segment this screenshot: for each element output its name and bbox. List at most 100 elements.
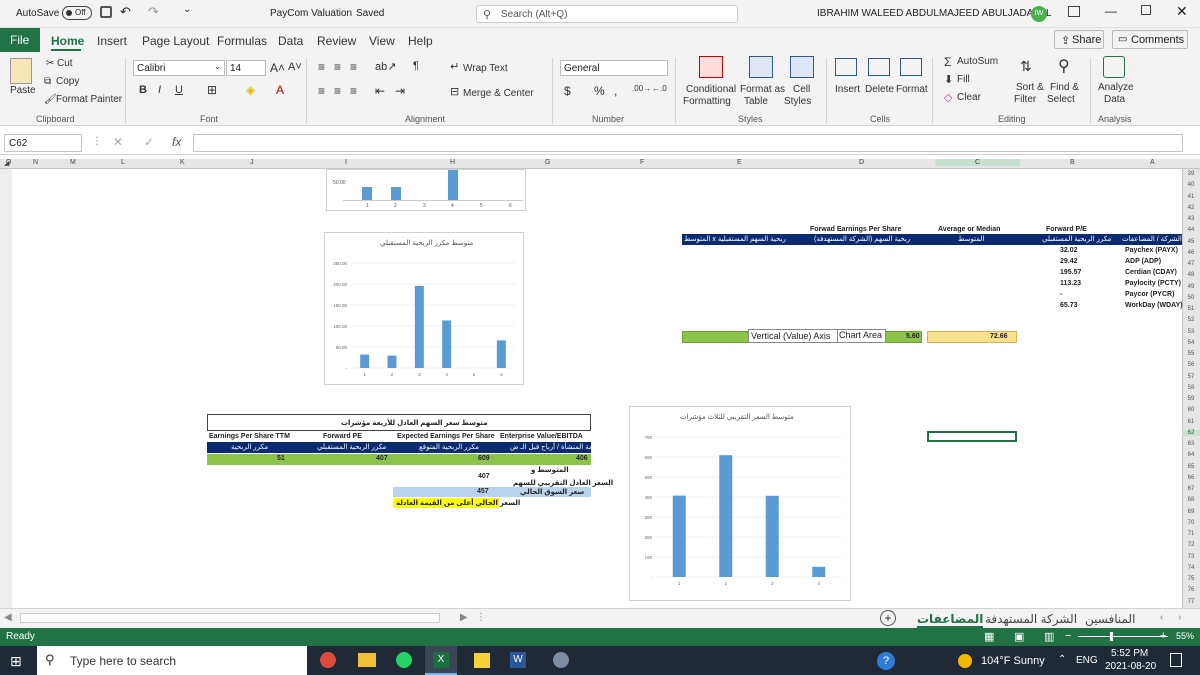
row-header[interactable]: 60	[1182, 407, 1200, 413]
cell-styles-button[interactable]: Cell	[793, 84, 810, 95]
fill-button[interactable]: Fill	[957, 74, 970, 85]
bar[interactable]	[360, 354, 370, 368]
italic-icon[interactable]: I	[158, 84, 161, 96]
search-box[interactable]: ⚲ Search (Alt+Q)	[476, 5, 738, 23]
format-painter-button[interactable]: Format Painter	[56, 94, 122, 105]
column-header[interactable]: E	[737, 159, 742, 166]
row-header[interactable]: 39	[1182, 171, 1200, 177]
help-icon[interactable]: ?	[877, 652, 895, 670]
add-sheet-icon[interactable]: +	[880, 610, 896, 626]
row-header[interactable]: 76	[1182, 587, 1200, 593]
tab-view[interactable]: View	[369, 34, 395, 48]
scroll-right-icon[interactable]: ▶	[460, 612, 468, 623]
sheet-tab-multiples[interactable]: المضاعفات	[917, 612, 984, 628]
percent-icon[interactable]: %	[594, 84, 605, 98]
decrease-decimal-icon[interactable]: ←.0	[652, 84, 667, 93]
row-header[interactable]: 47	[1182, 261, 1200, 267]
orientation-icon[interactable]: ab↗	[375, 60, 396, 73]
tab-formulas[interactable]: Formulas	[217, 34, 267, 48]
row-header[interactable]: 71	[1182, 531, 1200, 537]
worksheet-grid[interactable]: 39 40 41 42 43 44 45 46 47 48 49 50 51 52 53 54 55 56 57 58…	[0, 169, 1200, 608]
name-box[interactable]: C62	[4, 134, 82, 152]
row-header[interactable]: 72	[1182, 542, 1200, 548]
language-indicator[interactable]: ENG	[1076, 655, 1098, 666]
tab-data[interactable]: Data	[278, 34, 303, 48]
column-header[interactable]: O	[6, 159, 11, 166]
row-header[interactable]: 53	[1182, 329, 1200, 335]
column-header[interactable]: K	[180, 159, 185, 166]
font-color-icon[interactable]: A	[276, 83, 284, 97]
borders-icon[interactable]: ⊞	[207, 83, 217, 97]
align-top-icon[interactable]: ≡	[318, 60, 325, 74]
normal-view-icon[interactable]: ▦	[984, 630, 994, 643]
row-header[interactable]: 66	[1182, 475, 1200, 481]
column-header[interactable]: M	[70, 159, 76, 166]
row-header[interactable]: 52	[1182, 317, 1200, 323]
weather-text[interactable]: 104°F Sunny	[981, 655, 1045, 667]
clear-button[interactable]: Clear	[957, 92, 981, 103]
row-header[interactable]: 42	[1182, 205, 1200, 211]
close-icon[interactable]: ✕	[1176, 3, 1188, 20]
row-header[interactable]: 45	[1182, 239, 1200, 245]
autosum-button[interactable]: AutoSum	[957, 56, 998, 67]
paste-icon[interactable]	[10, 58, 32, 84]
sticky-notes-icon[interactable]	[474, 653, 490, 668]
comments-button[interactable]: ▭ Comments	[1112, 30, 1188, 49]
column-header[interactable]: G	[545, 159, 550, 166]
row-header[interactable]: 61	[1182, 419, 1200, 425]
insert-cells-button[interactable]: Insert	[835, 84, 860, 95]
column-header[interactable]: A	[1150, 159, 1155, 166]
insert-function-icon[interactable]: fx	[172, 135, 181, 149]
app-icon[interactable]	[553, 652, 569, 668]
bold-icon[interactable]: B	[139, 84, 147, 96]
bar[interactable]	[442, 320, 452, 368]
bar[interactable]	[414, 285, 424, 368]
column-header[interactable]: F	[640, 159, 644, 166]
row-header[interactable]: 56	[1182, 362, 1200, 368]
document-title[interactable]: PayCom Valuation	[270, 8, 352, 19]
tabs-prev-icon[interactable]: ‹	[1160, 612, 1163, 623]
align-right-icon[interactable]: ≡	[350, 84, 357, 98]
row-header[interactable]: 49	[1182, 284, 1200, 290]
bar[interactable]	[387, 355, 397, 368]
word-icon[interactable]: W	[510, 652, 526, 668]
row-header[interactable]: 64	[1182, 452, 1200, 458]
tab-file[interactable]: File	[0, 28, 40, 52]
ribbon-display-icon[interactable]	[1068, 6, 1080, 17]
increase-font-icon[interactable]: A˄	[270, 61, 285, 75]
user-name[interactable]: IBRAHIM WALEED ABDULMAJEED ABULJADAYEL	[817, 8, 1052, 19]
row-header[interactable]: 74	[1182, 565, 1200, 571]
page-break-view-icon[interactable]: ▥	[1044, 630, 1054, 643]
row-header[interactable]: 43	[1182, 216, 1200, 222]
whatsapp-icon[interactable]	[396, 652, 412, 668]
file-explorer-icon[interactable]	[358, 653, 376, 667]
tab-home[interactable]: Home	[51, 34, 84, 48]
column-header[interactable]: H	[450, 159, 455, 166]
row-header[interactable]: 77	[1182, 599, 1200, 605]
zoom-level[interactable]: 55%	[1176, 631, 1194, 641]
cut-button[interactable]: Cut	[57, 58, 73, 69]
clock-time[interactable]: 5:52 PM	[1111, 648, 1148, 659]
zoom-out-icon[interactable]: −	[1065, 630, 1071, 642]
autosave-toggle[interactable]: Off	[62, 6, 92, 20]
row-header[interactable]: 40	[1182, 182, 1200, 188]
column-header[interactable]: B	[1070, 159, 1075, 166]
column-header[interactable]: L	[121, 159, 125, 166]
row-header[interactable]: 68	[1182, 497, 1200, 503]
enter-icon[interactable]: ✓	[144, 135, 154, 149]
excel-taskbar-button[interactable]: X	[425, 646, 457, 675]
underline-icon[interactable]: U	[175, 84, 183, 96]
customize-qat-icon[interactable]: ⌄	[183, 4, 191, 15]
sort-filter-button[interactable]: Sort &	[1016, 82, 1044, 93]
page-layout-view-icon[interactable]: ▣	[1014, 630, 1024, 643]
row-header[interactable]: 65	[1182, 464, 1200, 470]
find-select-button[interactable]: Find &	[1050, 82, 1079, 93]
currency-icon[interactable]: $	[564, 84, 571, 98]
saved-status[interactable]: Saved	[356, 8, 384, 19]
number-format-select[interactable]: General	[560, 60, 668, 76]
chart-forward-pe[interactable]: متوسط مكرر الربحية المستقبلي 250.00 200.0…	[324, 232, 524, 385]
row-header[interactable]: 46	[1182, 250, 1200, 256]
row-header[interactable]: 62	[1182, 429, 1200, 436]
sheet-tab-target[interactable]: الشركة المستهدفة	[985, 612, 1077, 626]
bar[interactable]	[765, 495, 779, 577]
